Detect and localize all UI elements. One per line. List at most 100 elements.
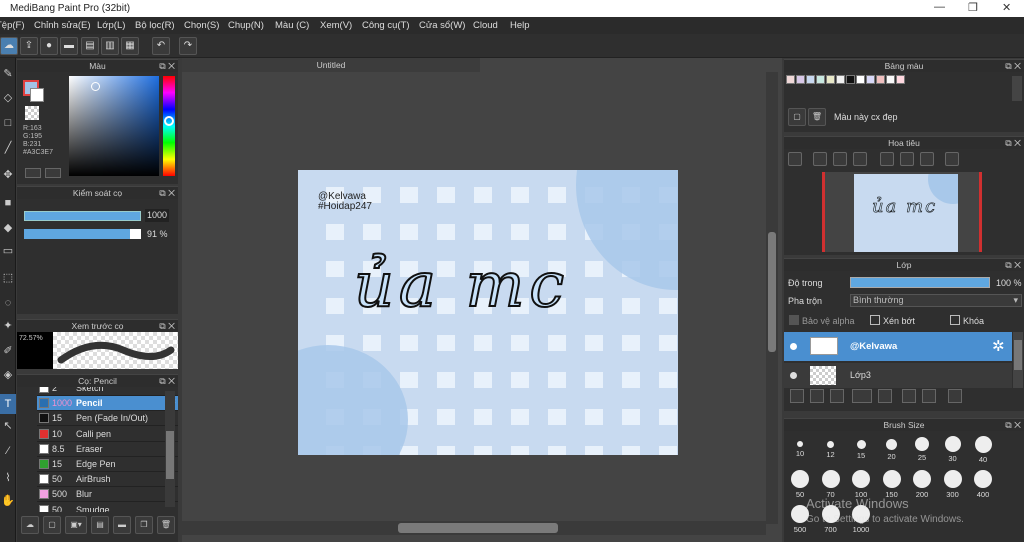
- layer-folder-icon[interactable]: [878, 389, 892, 403]
- menu-file[interactable]: Tệp(F): [0, 20, 25, 31]
- canvas-hscroll-thumb[interactable]: [398, 523, 558, 533]
- canvas-hscrollbar[interactable]: [182, 521, 766, 535]
- palette-swatch[interactable]: [826, 75, 835, 84]
- secondary-color-swatch[interactable]: [30, 88, 44, 102]
- wand-tool-icon[interactable]: ✦: [0, 316, 16, 336]
- menu-window[interactable]: Cửa sổ(W): [419, 20, 465, 31]
- layer-scrollbar[interactable]: [1013, 332, 1023, 388]
- palette-swatch[interactable]: [846, 75, 855, 84]
- brush-size-option[interactable]: 40: [968, 431, 998, 465]
- opacity-slider[interactable]: [24, 229, 141, 239]
- new-halftone-layer-icon[interactable]: [810, 389, 824, 403]
- layer-opacity-slider[interactable]: [850, 277, 990, 288]
- brush-item[interactable]: 50 AirBrush: [37, 472, 178, 488]
- brush-size-option[interactable]: 15: [846, 431, 876, 465]
- eyedrop-tool-icon[interactable]: ⌇: [0, 468, 16, 488]
- visibility-icon[interactable]: [790, 372, 797, 379]
- brush-size-option[interactable]: 12: [816, 431, 846, 465]
- brush-item[interactable]: 1000Pencil✲: [37, 396, 178, 412]
- layer-row[interactable]: Lớp3: [784, 363, 1012, 388]
- add-brush-icon[interactable]: ☁: [21, 516, 39, 534]
- palette-delete-icon[interactable]: 🗑: [808, 108, 826, 126]
- zoom-in-icon[interactable]: [813, 152, 827, 166]
- brush-item[interactable]: 10 Calli pen: [37, 426, 178, 442]
- hand-tool-icon[interactable]: ✋: [0, 491, 16, 511]
- gear-icon[interactable]: ✲: [992, 337, 1005, 355]
- hue-handle[interactable]: [164, 116, 174, 126]
- brush-size-option[interactable]: 100: [846, 466, 876, 500]
- color-sub-button[interactable]: [45, 168, 61, 178]
- saturation-value-picker[interactable]: [69, 76, 159, 176]
- select-eraser-icon[interactable]: ◈: [0, 365, 16, 385]
- canvas-vscroll-thumb[interactable]: [768, 232, 776, 352]
- lock-checkbox[interactable]: [950, 315, 960, 325]
- navigator-view[interactable]: ủa mc: [822, 172, 982, 252]
- menu-tools[interactable]: Công cụ(T): [362, 20, 410, 31]
- palette-swatch[interactable]: [876, 75, 885, 84]
- palette-swatch[interactable]: [886, 75, 895, 84]
- chat-icon[interactable]: ▬: [60, 37, 78, 55]
- pages-icon[interactable]: ▥: [101, 37, 119, 55]
- layer-scroll-thumb[interactable]: [1014, 340, 1022, 370]
- palette-swatch[interactable]: [786, 75, 795, 84]
- bucket-tool-icon[interactable]: ◆: [0, 218, 16, 238]
- cloud-icon[interactable]: ☁: [0, 37, 18, 55]
- operation-tool-icon[interactable]: ↖: [0, 416, 16, 436]
- brush-size-option[interactable]: 30: [938, 431, 968, 465]
- redo-icon[interactable]: ↷: [179, 37, 197, 55]
- brush-size-slider[interactable]: [24, 211, 141, 221]
- brush-size-option[interactable]: 20: [877, 431, 907, 465]
- hue-slider[interactable]: [163, 76, 175, 176]
- eraser-tool-icon[interactable]: ◇: [0, 88, 16, 108]
- brush-size-option[interactable]: 300: [938, 466, 968, 500]
- brush-size-option[interactable]: 70: [816, 466, 846, 500]
- menu-cloud[interactable]: Cloud: [473, 20, 498, 31]
- fit-icon[interactable]: [833, 152, 847, 166]
- protect-alpha-checkbox[interactable]: [789, 315, 799, 325]
- comment-icon[interactable]: ●: [40, 37, 58, 55]
- minimize-button[interactable]: —: [934, 1, 945, 13]
- menu-view[interactable]: Xem(V): [320, 20, 352, 31]
- palette-swatch[interactable]: [806, 75, 815, 84]
- gradient-tool-icon[interactable]: ▭: [0, 241, 16, 261]
- brush-item[interactable]: 2 Sketch: [37, 387, 178, 396]
- brush-size-option[interactable]: 10: [785, 431, 815, 465]
- visibility-icon[interactable]: [790, 343, 797, 350]
- brush-item[interactable]: 15 Pen (Fade In/Out): [37, 411, 178, 427]
- brush-size-option[interactable]: 25: [907, 431, 937, 465]
- new-brush-icon[interactable]: ▢: [43, 516, 61, 534]
- share-icon[interactable]: ⇪: [20, 37, 38, 55]
- brush-size-option[interactable]: 200: [907, 466, 937, 500]
- brush-item[interactable]: 500 Blur: [37, 487, 178, 503]
- layer-duplicate-icon[interactable]: [902, 389, 916, 403]
- rect-tool-icon[interactable]: □: [0, 113, 16, 133]
- menu-help[interactable]: Help: [510, 20, 530, 31]
- brush-size-option[interactable]: 50: [785, 466, 815, 500]
- document-tab[interactable]: Untitled: [182, 58, 480, 72]
- brush-size-option[interactable]: 150: [877, 466, 907, 500]
- layer-row-selected[interactable]: @Kelvawa ✲: [784, 332, 1012, 361]
- rotate-reset-icon[interactable]: [900, 152, 914, 166]
- menu-color[interactable]: Màu (C): [275, 20, 309, 31]
- dropper-tool-icon[interactable]: ⁄: [0, 441, 16, 461]
- new-layer-icon[interactable]: [790, 389, 804, 403]
- menu-filter[interactable]: Bộ lọc(R): [135, 20, 175, 31]
- menu-edit[interactable]: Chỉnh sửa(E): [34, 20, 91, 31]
- blend-select[interactable]: Bình thường ▾: [850, 294, 1022, 307]
- rotate-left-icon[interactable]: [880, 152, 894, 166]
- palette-add-icon[interactable]: ▢: [788, 108, 806, 126]
- brush-item[interactable]: 50 Smudge: [37, 502, 178, 512]
- brush-folder-icon[interactable]: ▬: [113, 516, 131, 534]
- palette-swatch[interactable]: [796, 75, 805, 84]
- page-icon[interactable]: ▤: [81, 37, 99, 55]
- text-tool-icon[interactable]: T: [0, 394, 16, 414]
- palette-swatch[interactable]: [896, 75, 905, 84]
- palette-swatch[interactable]: [836, 75, 845, 84]
- select-pen-icon[interactable]: ✐: [0, 341, 16, 361]
- menu-snapshot[interactable]: Chụp(N): [228, 20, 264, 31]
- undo-icon[interactable]: ↶: [152, 37, 170, 55]
- brush-tool-icon[interactable]: ✎: [0, 64, 16, 84]
- fill-rect-icon[interactable]: ■: [0, 193, 16, 213]
- brush-list-scrollbar[interactable]: [165, 391, 175, 507]
- palette-swatch[interactable]: [816, 75, 825, 84]
